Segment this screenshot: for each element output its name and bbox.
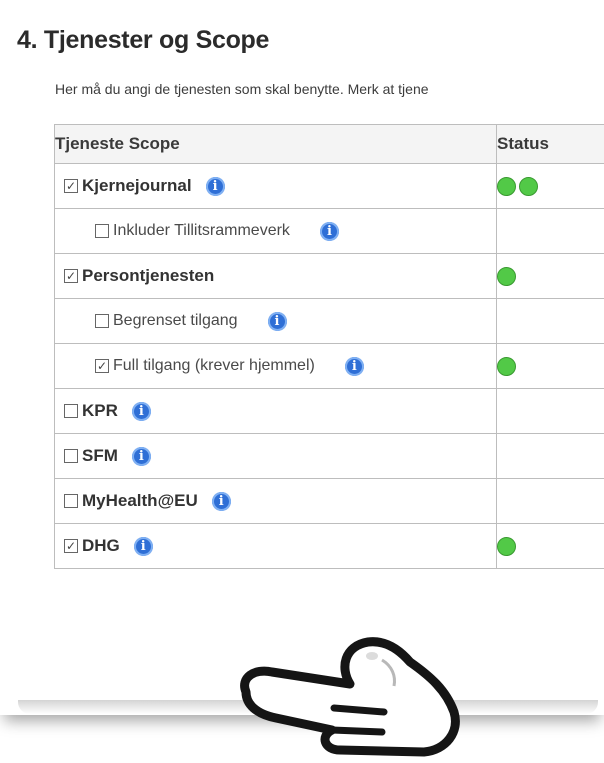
- scope-cell: ✓ Persontjenesten: [54, 253, 497, 299]
- column-header-scope: Tjeneste Scope: [54, 124, 497, 164]
- checkbox-icon[interactable]: ✓: [64, 269, 78, 283]
- status-ok-icon: [519, 176, 538, 196]
- table-row: ✓ DHG i: [54, 523, 604, 569]
- table-row: ✓ Kjernejournal i: [54, 163, 604, 209]
- info-icon[interactable]: i: [211, 491, 231, 511]
- checkbox-icon[interactable]: [95, 314, 109, 328]
- service-scope-table: Tjeneste Scope Status ✓ Kjernejournal i Ink…: [54, 124, 604, 569]
- status-cell: [496, 478, 604, 524]
- scope-cell: ✓ Kjernejournal i: [54, 163, 497, 209]
- scope-cell: Begrenset tilgang i: [54, 298, 497, 344]
- status-cell: [496, 163, 604, 209]
- scope-label[interactable]: KPR: [82, 401, 118, 421]
- scope-option: Inkluder Tillitsrammeverk i: [55, 221, 496, 241]
- scope-label[interactable]: Full tilgang (krever hjemmel): [113, 357, 315, 375]
- scope-cell: MyHealth@EU i: [54, 478, 497, 524]
- status-cell: [496, 343, 604, 389]
- scope-option: ✓ Kjernejournal i: [55, 176, 496, 196]
- table-row: KPR i: [54, 388, 604, 434]
- scope-option: KPR i: [55, 401, 496, 421]
- table-row: Begrenset tilgang i: [54, 298, 604, 344]
- scope-label[interactable]: Persontjenesten: [82, 266, 214, 286]
- scope-label[interactable]: DHG: [82, 536, 120, 556]
- status-cell: [496, 298, 604, 344]
- scope-label[interactable]: MyHealth@EU: [82, 491, 198, 511]
- status-cell: [496, 523, 604, 569]
- scope-cell: ✓ Full tilgang (krever hjemmel) i: [54, 343, 497, 389]
- scope-label[interactable]: Inkluder Tillitsrammeverk: [113, 222, 290, 240]
- table-header-row: Tjeneste Scope Status: [54, 124, 604, 164]
- info-icon[interactable]: i: [344, 356, 364, 376]
- info-icon[interactable]: i: [131, 401, 151, 421]
- table-row: Inkluder Tillitsrammeverk i: [54, 208, 604, 254]
- status-cell: [496, 208, 604, 254]
- info-icon[interactable]: i: [319, 221, 339, 241]
- status-ok-icon: [497, 536, 516, 556]
- info-icon[interactable]: i: [205, 176, 225, 196]
- status-ok-icon: [497, 176, 516, 196]
- scope-option: Begrenset tilgang i: [55, 311, 496, 331]
- status-cell: [496, 433, 604, 479]
- scope-option: ✓ Persontjenesten: [55, 266, 496, 286]
- column-header-status: Status: [496, 124, 604, 164]
- pointing-hand-icon: [240, 637, 460, 757]
- scope-cell: SFM i: [54, 433, 497, 479]
- scope-cell: Inkluder Tillitsrammeverk i: [54, 208, 497, 254]
- scope-option: ✓ Full tilgang (krever hjemmel) i: [55, 356, 496, 376]
- scope-cell: ✓ DHG i: [54, 523, 497, 569]
- table-row: SFM i: [54, 433, 604, 479]
- table-row: ✓ Full tilgang (krever hjemmel) i: [54, 343, 604, 389]
- info-icon[interactable]: i: [133, 536, 153, 556]
- checkbox-icon[interactable]: ✓: [64, 539, 78, 553]
- status-ok-icon: [497, 356, 516, 376]
- scope-option: SFM i: [55, 446, 496, 466]
- scope-label[interactable]: Begrenset tilgang: [113, 312, 238, 330]
- status-cell: [496, 253, 604, 299]
- checkbox-icon[interactable]: ✓: [64, 179, 78, 193]
- table-row: ✓ Persontjenesten: [54, 253, 604, 299]
- scope-option: ✓ DHG i: [55, 536, 496, 556]
- checkbox-icon[interactable]: ✓: [95, 359, 109, 373]
- status-cell: [496, 388, 604, 434]
- scope-label[interactable]: SFM: [82, 446, 118, 466]
- section-title: 4. Tjenester og Scope: [17, 26, 270, 54]
- checkbox-icon[interactable]: [64, 404, 78, 418]
- status-ok-icon: [497, 266, 516, 286]
- section-description: Her må du angi de tjenesten som skal ben…: [55, 81, 429, 97]
- checkbox-icon[interactable]: [95, 224, 109, 238]
- scope-cell: KPR i: [54, 388, 497, 434]
- scope-label[interactable]: Kjernejournal: [82, 176, 192, 196]
- scope-option: MyHealth@EU i: [55, 491, 496, 511]
- info-icon[interactable]: i: [131, 446, 151, 466]
- table-body: ✓ Kjernejournal i Inkluder Tillitsrammeverk…: [54, 163, 604, 569]
- info-icon[interactable]: i: [267, 311, 287, 331]
- table-row: MyHealth@EU i: [54, 478, 604, 524]
- checkbox-icon[interactable]: [64, 494, 78, 508]
- checkbox-icon[interactable]: [64, 449, 78, 463]
